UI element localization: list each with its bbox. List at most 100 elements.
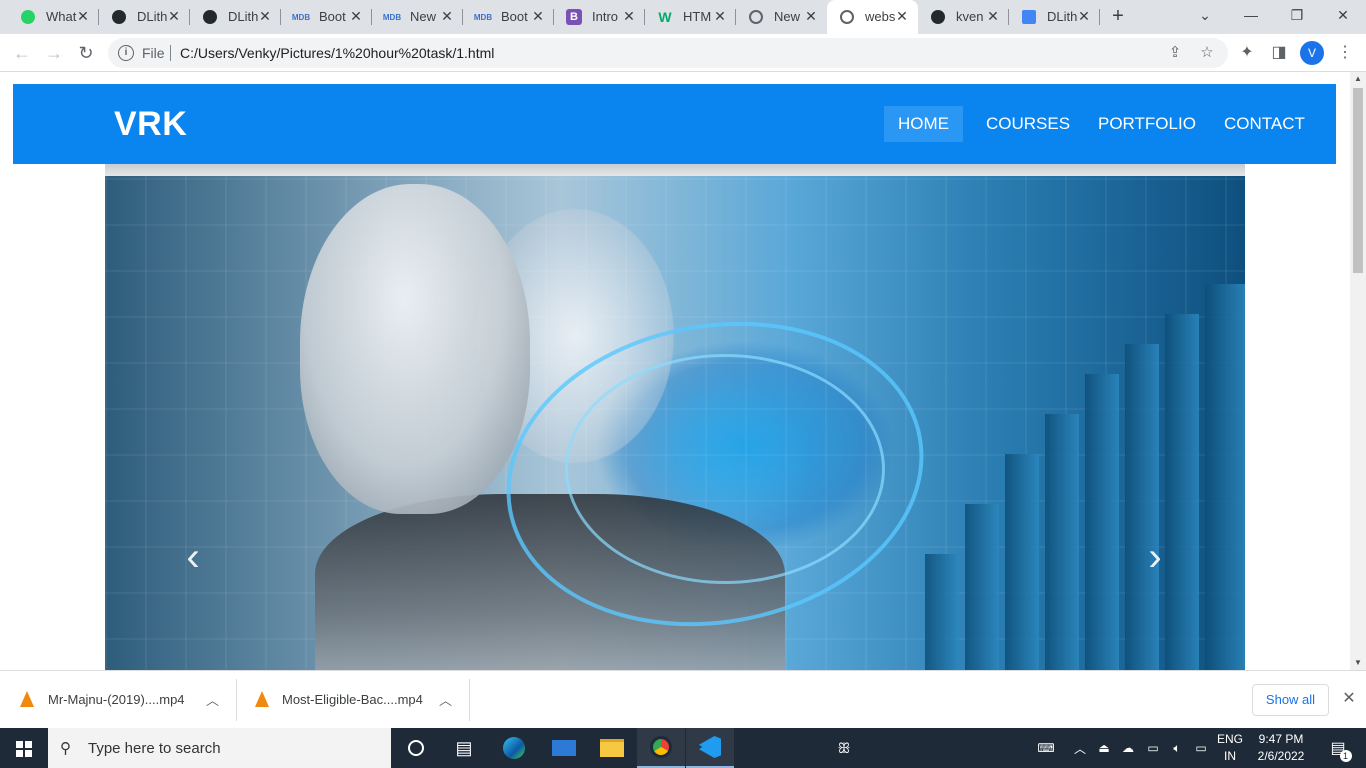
tab[interactable]: DLith ✕ xyxy=(1009,0,1100,34)
extensions-puzzle-icon[interactable]: ✦ xyxy=(1236,42,1258,64)
scrollbar-thumb[interactable] xyxy=(1353,88,1363,273)
download-item[interactable]: Mr-Majnu-(2019)....mp4 ︿ xyxy=(0,671,237,729)
carousel-next-icon[interactable]: › xyxy=(1135,537,1175,579)
chevron-up-icon[interactable]: ︿ xyxy=(439,690,452,709)
profile-avatar[interactable]: V xyxy=(1300,41,1324,65)
battery-icon[interactable]: ▭ xyxy=(1190,728,1212,768)
chevron-up-icon[interactable]: ︿ xyxy=(1070,728,1090,768)
github-icon xyxy=(202,9,218,25)
mdb-icon: MDB xyxy=(473,12,493,22)
close-icon[interactable]: ✕ xyxy=(439,8,455,24)
start-button[interactable] xyxy=(0,728,48,768)
close-icon[interactable]: ✕ xyxy=(166,8,182,24)
tab[interactable]: DLith ✕ xyxy=(190,0,281,34)
scroll-down-icon[interactable]: ▼ xyxy=(1350,656,1366,670)
mail-icon[interactable] xyxy=(540,728,588,768)
close-icon[interactable]: ✕ xyxy=(257,8,273,24)
site-navbar: VRK HOME COURSES PORTFOLIO CONTACT xyxy=(13,84,1336,164)
scheme-label: File xyxy=(142,45,165,61)
new-tab-button[interactable]: + xyxy=(1106,5,1130,29)
close-icon[interactable]: ✕ xyxy=(803,8,819,24)
restore-button[interactable]: ❐ xyxy=(1274,0,1320,30)
file-explorer-icon[interactable] xyxy=(588,728,636,768)
notification-center-icon[interactable]: ▤ 1 xyxy=(1318,728,1358,768)
tab-title: New xyxy=(410,9,437,24)
tab[interactable]: kven ✕ xyxy=(918,0,1009,34)
url-text[interactable]: C:/Users/Venky/Pictures/1%20hour%20task/… xyxy=(180,45,494,61)
close-icon[interactable]: ✕ xyxy=(1076,8,1092,24)
taskbar-search-box[interactable]: ⚲ Type here to search xyxy=(48,728,391,768)
minimize-button[interactable]: — xyxy=(1228,0,1274,30)
tab[interactable]: DLith ✕ xyxy=(99,0,190,34)
tab[interactable]: W HTM ✕ xyxy=(645,0,736,34)
scroll-up-icon[interactable]: ▲ xyxy=(1350,72,1366,86)
nav-link-portfolio[interactable]: PORTFOLIO xyxy=(1084,106,1210,142)
close-icon[interactable]: ✕ xyxy=(348,8,364,24)
download-item[interactable]: Most-Eligible-Bac....mp4 ︿ xyxy=(237,671,470,729)
people-icon[interactable]: ꕥ xyxy=(820,728,868,768)
chrome-icon[interactable] xyxy=(637,728,685,768)
reload-icon[interactable]: ↻ xyxy=(74,41,98,65)
carousel-prev-icon[interactable]: ‹ xyxy=(173,537,213,579)
network-icon[interactable]: ▭ xyxy=(1142,728,1164,768)
page-viewport: VRK HOME COURSES PORTFOLIO CONTACT ‹ › xyxy=(0,72,1350,670)
nav-link-contact[interactable]: CONTACT xyxy=(1210,106,1319,142)
close-icon[interactable]: ✕ xyxy=(712,8,728,24)
close-icon[interactable]: ✕ xyxy=(75,8,91,24)
chart-graphic xyxy=(925,284,1245,670)
close-icon[interactable]: ✕ xyxy=(1340,690,1358,708)
close-icon[interactable]: ✕ xyxy=(530,8,546,24)
globe-icon xyxy=(839,9,855,25)
usb-icon[interactable]: ⏏ xyxy=(1094,728,1114,768)
mdb-icon: MDB xyxy=(382,12,402,22)
tab[interactable]: MDB New ✕ xyxy=(372,0,463,34)
onedrive-cloud-icon[interactable]: ☁ xyxy=(1116,728,1140,768)
tab[interactable]: New ✕ xyxy=(736,0,827,34)
tab-title: New xyxy=(774,9,801,24)
volume-icon[interactable]: 🔈︎ xyxy=(1166,728,1188,768)
cortana-icon[interactable] xyxy=(392,728,440,768)
close-icon[interactable]: ✕ xyxy=(985,8,1001,24)
chevron-up-icon[interactable]: ︿ xyxy=(206,690,219,709)
back-arrow-icon[interactable]: ← xyxy=(10,41,34,65)
tab-active[interactable]: webs ✕ xyxy=(827,0,918,34)
tab[interactable]: MDB Boot ✕ xyxy=(463,0,554,34)
mdb-icon: MDB xyxy=(291,12,311,22)
windows-taskbar: ⚲ Type here to search ▤ ꕥ ⌨ ︿ ⏏ ☁ ▭ 🔈︎ ▭… xyxy=(0,728,1366,768)
tab-title: DLith xyxy=(1047,9,1078,24)
menu-kebab-icon[interactable]: ⋮ xyxy=(1334,42,1356,64)
side-panel-icon[interactable]: ◨ xyxy=(1268,42,1290,64)
vscode-icon[interactable] xyxy=(686,728,734,768)
tab[interactable]: MDB Boot ✕ xyxy=(281,0,372,34)
tab-title: Boot xyxy=(501,9,528,24)
w3schools-icon: W xyxy=(658,9,672,25)
browser-toolbar: ← → ↻ i File C:/Users/Venky/Pictures/1%2… xyxy=(0,34,1366,72)
address-bar[interactable]: i File C:/Users/Venky/Pictures/1%20hour%… xyxy=(108,38,1228,68)
share-icon[interactable]: ⇪ xyxy=(1166,44,1184,62)
nav-link-home[interactable]: HOME xyxy=(884,106,963,142)
nav-link-courses[interactable]: COURSES xyxy=(972,106,1084,142)
tab-search-chevron-icon[interactable]: ⌄ xyxy=(1182,0,1228,30)
tab-strip: What ✕ DLith ✕ DLith ✕ MDB Boot ✕ MDB Ne… xyxy=(0,0,1366,34)
close-icon[interactable]: ✕ xyxy=(621,8,637,24)
site-brand[interactable]: VRK xyxy=(114,105,187,144)
tab-title: Boot xyxy=(319,9,346,24)
tab[interactable]: What ✕ xyxy=(8,0,99,34)
bookmark-star-icon[interactable]: ☆ xyxy=(1198,44,1216,62)
close-icon[interactable]: ✕ xyxy=(894,8,910,24)
info-icon[interactable]: i xyxy=(118,45,134,61)
tab-title: kven xyxy=(956,9,984,24)
notification-count-badge: 1 xyxy=(1339,750,1352,762)
language-indicator[interactable]: ENG IN xyxy=(1214,731,1246,765)
task-view-icon[interactable]: ▤ xyxy=(440,728,488,768)
page-scrollbar[interactable]: ▲ ▼ xyxy=(1350,72,1366,670)
show-all-button[interactable]: Show all xyxy=(1252,684,1329,716)
tab[interactable]: B Intro ✕ xyxy=(554,0,645,34)
keyboard-icon[interactable]: ⌨ xyxy=(1030,728,1062,768)
edge-icon[interactable] xyxy=(490,728,538,768)
search-icon: ⚲ xyxy=(60,740,71,757)
close-window-button[interactable]: ✕ xyxy=(1320,0,1366,30)
forward-arrow-icon[interactable]: → xyxy=(42,41,66,65)
tab-title: DLith xyxy=(228,9,259,24)
taskbar-clock[interactable]: 9:47 PM 2/6/2022 xyxy=(1250,731,1312,765)
